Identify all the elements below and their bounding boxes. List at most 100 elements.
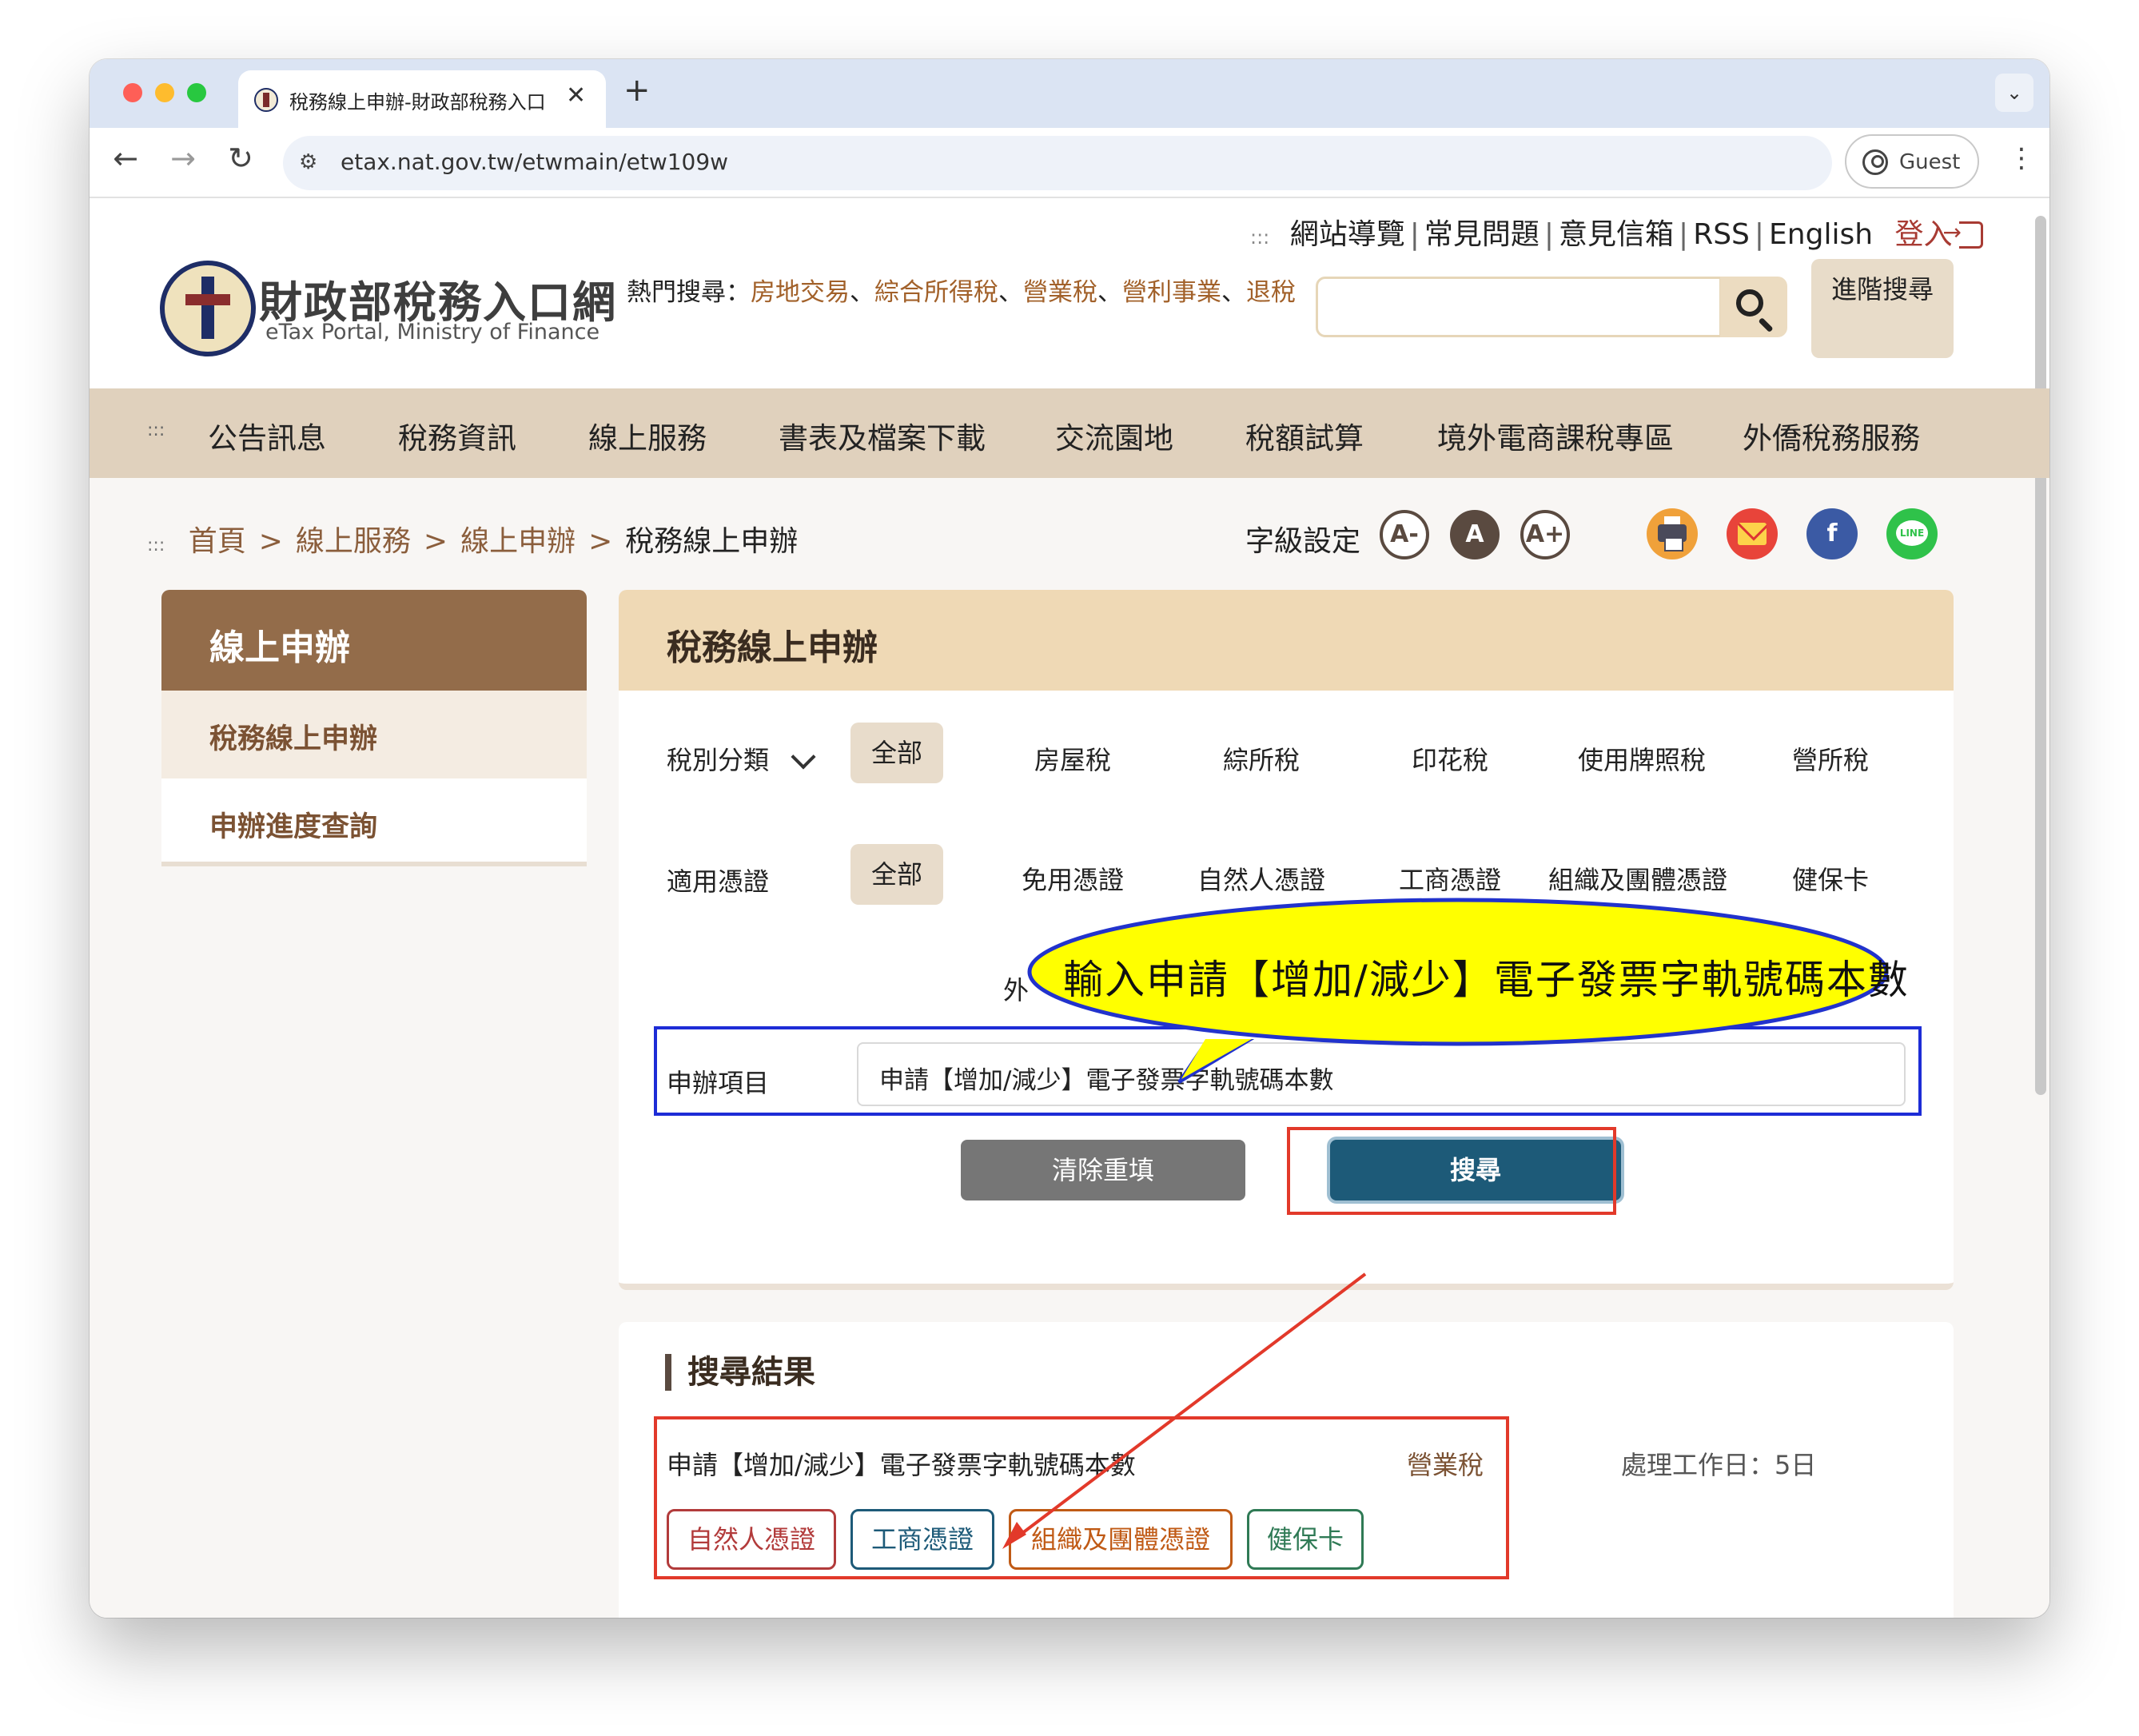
maximize-window-button[interactable] [187,83,206,102]
hot-search-link[interactable]: 營利事業 [1122,278,1221,307]
tab-title: 稅務線上申辦-財政部稅務入口網 [289,91,545,113]
nav-forum[interactable]: 交流園地 [1055,414,1173,457]
breadcrumb-separator: > [588,525,613,558]
hot-search-link[interactable]: 營業稅 [1023,278,1097,307]
search-panel: 稅務線上申辦 稅別分類 全部 房屋稅 綜所稅 印花稅 使用牌照稅 營所稅 適用憑… [619,590,1954,1290]
font-smaller-button[interactable]: A- [1380,510,1429,559]
forward-button[interactable]: → [163,141,203,176]
search-icon [1736,289,1763,317]
nav-announcements[interactable]: 公告訊息 [208,414,326,457]
chevron-down-icon[interactable] [791,744,816,770]
nav-online-services[interactable]: 線上服務 [588,414,707,457]
nav-tax-info[interactable]: 稅務資訊 [398,414,516,457]
cert-option-business[interactable]: 工商憑證 [1378,860,1522,897]
tax-option-income[interactable]: 綜所稅 [1205,740,1317,777]
profile-label: Guest [1899,150,1961,174]
font-larger-button[interactable]: A+ [1520,510,1570,559]
nav-expat-tax[interactable]: 外僑稅務服務 [1743,414,1920,457]
divider: | [1544,218,1555,251]
breadcrumb-online-apply[interactable]: 線上申辦 [460,525,576,558]
site-info-icon[interactable]: ⚙ [299,150,317,174]
profile-icon [1862,149,1888,175]
hot-search-link[interactable]: 退稅 [1246,278,1296,307]
scrollbar[interactable] [2035,216,2046,1095]
highlight-frame-input [654,1026,1922,1116]
clear-button[interactable]: 清除重填 [961,1140,1245,1200]
sidebar-item-progress-query[interactable]: 申辦進度查詢 [161,778,587,866]
cert-option-partial[interactable]: 外 [1003,970,1029,1007]
browser-window: 稅務線上申辦-財政部稅務入口網 ✕ + ⌄ ← → ↻ ⚙ etax.nat.g… [90,59,2049,1618]
tab-search-button[interactable]: ⌄ [1995,74,2033,112]
nav-tax-calculator[interactable]: 稅額試算 [1245,414,1364,457]
tab-close-icon[interactable]: ✕ [566,82,586,109]
sidebar: 線上申辦 稅務線上申辦 申辦進度查詢 [161,590,587,878]
mof-logo-icon[interactable] [160,261,256,356]
site-favicon-icon [254,88,278,112]
breadcrumb: ::: 首頁 > 線上服務 > 線上申辦 > 稅務線上申辦 [147,518,798,559]
address-bar[interactable]: ⚙ etax.nat.gov.tw/etwmain/etw109w [283,136,1832,190]
login-icon[interactable] [1943,219,1983,249]
callout-text: 輸入申請【增加/減少】電子發票字軌號碼本數 [1063,957,1910,1003]
minimize-window-button[interactable] [155,83,174,102]
close-window-button[interactable] [123,83,142,102]
link-english[interactable]: English [1769,218,1873,251]
link-feedback[interactable]: 意見信箱 [1559,218,1674,251]
tax-option-license[interactable]: 使用牌照稅 [1562,740,1722,777]
new-tab-button[interactable]: + [623,72,651,109]
hot-search-link[interactable]: 房地交易 [751,278,850,307]
reload-button[interactable]: ↻ [221,141,261,176]
cert-option-nhi-card[interactable]: 健保卡 [1775,860,1886,897]
tax-option-corporate[interactable]: 營所稅 [1775,740,1886,777]
web-page: ::: 網站導覽|常見問題|意見信箱|RSS|English 登入 財政部稅務入… [90,200,2049,1618]
tab-strip: 稅務線上申辦-財政部稅務入口網 ✕ + ⌄ [90,59,2049,128]
site-search-button[interactable] [1720,277,1787,337]
link-rss[interactable]: RSS [1693,218,1750,251]
url-text[interactable]: etax.nat.gov.tw/etwmain/etw109w [341,149,728,175]
cert-option-natural-person[interactable]: 自然人憑證 [1173,860,1349,897]
line-glyph: LINE [1896,520,1928,546]
facebook-icon[interactable]: f [1806,508,1858,559]
breadcrumb-current: 稅務線上申辦 [625,525,799,558]
link-sitemap[interactable]: 網站導覽 [1290,218,1405,251]
profile-button[interactable]: Guest [1845,134,1979,189]
mail-icon[interactable] [1727,508,1778,559]
cert-option-none[interactable]: 免用憑證 [1001,860,1145,897]
printer-glyph [1658,516,1687,551]
line-icon[interactable]: LINE [1886,508,1938,559]
sidebar-item-online-apply[interactable]: 稅務線上申辦 [161,691,587,778]
advanced-search-button[interactable]: 進階搜尋 [1811,259,1954,358]
hot-search: 熱門搜尋：房地交易、綜合所得稅、營業稅、營利事業、退稅 [627,278,1296,307]
tax-option-stamp[interactable]: 印花稅 [1394,740,1506,777]
site-search-input[interactable] [1316,277,1722,337]
tax-category-label: 稅別分類 [667,745,770,775]
highlight-frame-result [654,1416,1509,1579]
divider: | [1679,218,1689,251]
highlight-frame-search [1287,1127,1616,1215]
accesskey-marker: ::: [147,536,165,555]
nav-cross-border-ecommerce[interactable]: 境外電商課稅專區 [1437,414,1674,457]
tax-option-all[interactable]: 全部 [850,723,943,783]
print-icon[interactable] [1647,508,1698,559]
breadcrumb-separator: > [423,525,448,558]
nav-forms-download[interactable]: 書表及檔案下載 [779,414,986,457]
browser-tab[interactable]: 稅務線上申辦-財政部稅務入口網 ✕ [238,70,606,128]
back-button[interactable]: ← [106,141,145,176]
tax-option-house[interactable]: 房屋稅 [1017,740,1129,777]
hot-search-link[interactable]: 綜合所得稅 [874,278,998,307]
hot-search-label: 熱門搜尋： [627,278,751,307]
breadcrumb-online-services[interactable]: 線上服務 [296,525,411,558]
sidebar-title: 線上申辦 [161,590,587,691]
cert-option-organization[interactable]: 組織及團體憑證 [1538,860,1738,895]
font-default-button[interactable]: A [1450,510,1500,559]
accesskey-marker: ::: [1250,226,1270,249]
breadcrumb-home[interactable]: 首頁 [189,525,246,558]
browser-toolbar: ← → ↻ ⚙ etax.nat.gov.tw/etwmain/etw109w … [90,128,2049,198]
search-results: 搜尋結果 申請【增加/減少】電子發票字軌號碼本數 營業稅 處理工作日：5日 自然… [619,1322,1954,1618]
utility-links: ::: 網站導覽 | 常見問題 | 意見信箱 | RSS | English 登入 [1250,211,1983,253]
browser-menu-icon[interactable]: ⋮ [2008,142,2035,174]
cert-option-all[interactable]: 全部 [850,844,943,905]
link-faq[interactable]: 常見問題 [1424,218,1540,251]
certificate-label: 適用憑證 [667,866,770,897]
search-icon-handle [1758,317,1774,333]
divider: | [1409,218,1420,251]
